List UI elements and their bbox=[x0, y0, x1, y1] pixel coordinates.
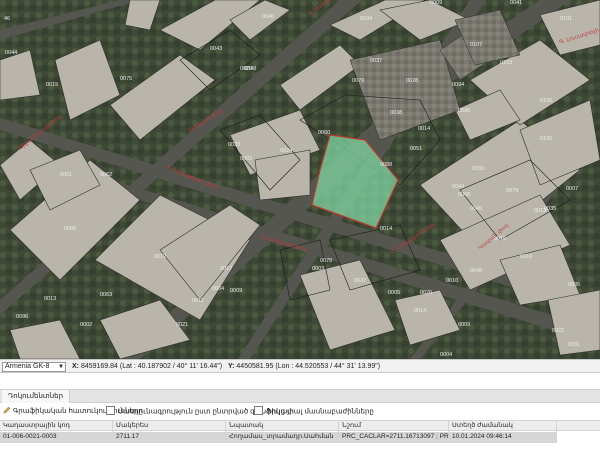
parcel-label: 0002 bbox=[240, 156, 252, 162]
parcel-label: 0043 bbox=[210, 46, 222, 52]
tab-documents[interactable]: Դոկումենտներ bbox=[2, 390, 71, 403]
parcel-label: 0020 bbox=[240, 66, 252, 72]
parcel-label: 0009 bbox=[458, 322, 470, 328]
parcel-label: 0079 bbox=[506, 188, 518, 194]
parcel-label: 0095 bbox=[458, 108, 470, 114]
parcel-label: 0048 bbox=[470, 268, 482, 274]
parcel-label: 0020 bbox=[420, 290, 432, 296]
parcel-label: 0033 bbox=[472, 166, 484, 172]
parcel-label: 0046 bbox=[262, 14, 274, 20]
parcel-label: 0003 bbox=[312, 266, 324, 272]
x-geo: (Lat : 40.187902 / 40° 11' 16.44") bbox=[119, 363, 223, 370]
cell-note: PRC_CACLAR=2711.16713097 ; PR... bbox=[342, 433, 449, 440]
parcel-label: 0009 bbox=[430, 0, 442, 6]
parcel-label: 0011 bbox=[192, 298, 204, 304]
parcel-label: 0051 bbox=[410, 146, 422, 152]
show-all-checkbox[interactable] bbox=[254, 406, 263, 415]
column-header[interactable]: Մակերես bbox=[113, 421, 226, 432]
pencil-icon bbox=[3, 406, 11, 414]
parcel-label: 0034 bbox=[360, 16, 372, 22]
cell-created: 10.01.2024 09:46:14 bbox=[452, 433, 512, 440]
coordinate-readout: X: 8459169.84 (Lat : 40.187902 / 40° 11'… bbox=[72, 363, 380, 370]
parcel-label: 0088 bbox=[380, 162, 392, 168]
parcel-label: 0021 bbox=[176, 322, 188, 328]
parcel-label: 0005 bbox=[388, 290, 400, 296]
parcel-label: 0024 bbox=[280, 148, 292, 154]
parcel-label: 0061 bbox=[60, 172, 72, 178]
parcel-label: 0037 bbox=[354, 278, 366, 284]
column-header[interactable]: Նշում bbox=[339, 421, 449, 432]
parcel-label: 0044 bbox=[5, 50, 17, 56]
parcel-label: 46 bbox=[4, 16, 10, 22]
parcel-label: 0014 bbox=[380, 226, 392, 232]
parcel-label: 0004 bbox=[212, 286, 224, 292]
coordinate-bar: Armenia GK-8 ▼ X: 8459169.84 (Lat : 40.1… bbox=[0, 359, 600, 373]
x-label: X: bbox=[72, 363, 79, 370]
parcel-label: 0014 bbox=[418, 126, 430, 132]
parcel-label: 0094 bbox=[452, 82, 464, 88]
parcel-label: 0015 bbox=[46, 82, 58, 88]
parcel-label: 0103 bbox=[500, 60, 512, 66]
parcel-label: 0012 bbox=[154, 254, 166, 260]
parcel-label: 0041 bbox=[510, 0, 522, 6]
cell-purpose: Հողամաս_տրամադր.Սահման bbox=[229, 433, 334, 440]
parcel-label: 0063 bbox=[100, 292, 112, 298]
parcel-label: 0009 bbox=[230, 288, 242, 294]
parcel-label: 0017 bbox=[220, 266, 232, 272]
cell-cadastral-code: 01-006-0021-0003 bbox=[3, 433, 57, 440]
parcel-label: 0035 bbox=[568, 282, 580, 288]
column-header[interactable]: Կադաստրային կոդ bbox=[0, 421, 113, 432]
projection-select[interactable]: Armenia GK-8 ▼ bbox=[2, 362, 66, 372]
parcel-label: 0096 bbox=[16, 314, 28, 320]
parcel-label: 0010 bbox=[446, 278, 458, 284]
show-all-toggle[interactable]: Ցույց տալ մասնաբաժինները bbox=[254, 406, 374, 417]
chevron-down-icon: ▼ bbox=[58, 364, 64, 370]
x-value: 8459169.84 bbox=[80, 363, 118, 370]
parcel-label: 0033 bbox=[228, 142, 240, 148]
projection-value: Armenia GK-8 bbox=[5, 363, 50, 370]
parcel-label: 0075 bbox=[120, 76, 132, 82]
column-header[interactable]: Նպատակ bbox=[226, 421, 339, 432]
panel-tabbar: Դոկումենտներ bbox=[0, 389, 600, 403]
column-header[interactable]: Ստեղծ ժամանակ bbox=[449, 421, 557, 432]
parcel-label: 0028 bbox=[406, 78, 418, 84]
cell-area: 2711.17 bbox=[116, 433, 140, 440]
parcel-label: 0006 bbox=[64, 226, 76, 232]
parcel-label: 0007 bbox=[566, 186, 578, 192]
parcel-label: 0045 bbox=[470, 206, 482, 212]
parcel-label: 0013 bbox=[44, 296, 56, 302]
panel-spacer bbox=[0, 373, 600, 388]
parcel-label: 0062 bbox=[100, 172, 112, 178]
parcel-label: 0037 bbox=[370, 58, 382, 64]
parcel-label: 0035 bbox=[544, 206, 556, 212]
parcel-label: 0106 bbox=[540, 98, 552, 104]
parcel-label: 0068 bbox=[458, 192, 470, 198]
grid-header: Կադաստրային կոդ Մակերես Նպատակ Նշում Ստե… bbox=[0, 420, 600, 432]
y-geo: (Lon : 44.520553 / 44° 31' 13.99") bbox=[275, 363, 381, 370]
parcel-label: 0022 bbox=[552, 328, 564, 334]
map-view[interactable]: 46 0044 0046 0043 0048 0075 0015 0101 0107 0103 00… bbox=[0, 0, 600, 359]
parcel-label: 0004 bbox=[440, 352, 452, 358]
show-all-label: Ցույց տալ մասնաբաժինները bbox=[266, 408, 374, 416]
parcel-label: 0101 bbox=[560, 16, 572, 22]
parcel-label: 0002 bbox=[80, 322, 92, 328]
table-row[interactable]: 01-006-0021-0003 2711.17 Հողամաս_տրամադր… bbox=[0, 432, 557, 443]
parcel-label: 0038 bbox=[390, 110, 402, 116]
parcel-label: 0044 bbox=[452, 184, 464, 190]
parcel-label: 0105 bbox=[540, 136, 552, 142]
parcel-label: 0079 bbox=[352, 78, 364, 84]
parcel-label: 0016 bbox=[520, 254, 532, 260]
y-label: Y: bbox=[227, 363, 235, 370]
parcel-label: 0107 bbox=[470, 42, 482, 48]
y-value: 4450581.95 bbox=[236, 363, 274, 370]
parcel-label: 0078 bbox=[320, 258, 332, 264]
parcel-label: 0014 bbox=[414, 308, 426, 314]
attribute-panel: Դոկումենտներ Գրաֆիկական հատուկություններ… bbox=[0, 373, 600, 456]
panel-toolbar: Գրաֆիկական հատուկությունները Սատյունագրո… bbox=[0, 405, 600, 419]
parcel-label: 0031 bbox=[568, 342, 580, 348]
parcel-label: 0060 bbox=[318, 130, 330, 136]
selected-only-checkbox[interactable] bbox=[106, 406, 115, 415]
